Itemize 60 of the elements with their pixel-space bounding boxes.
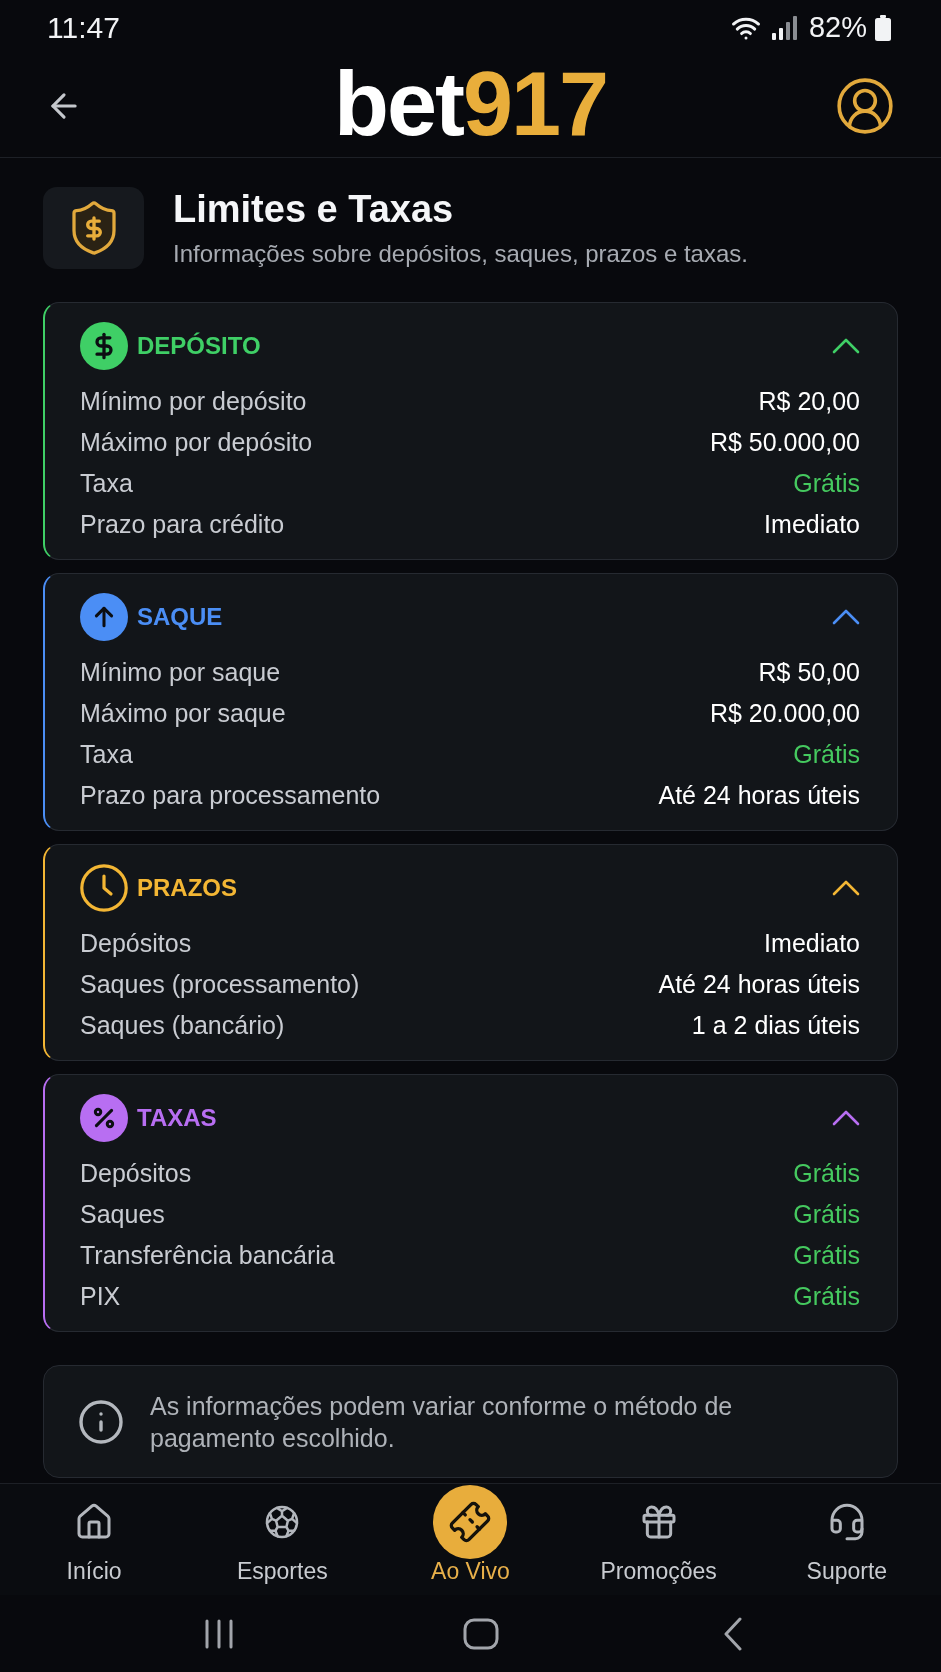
brand-logo: bet917 <box>333 59 608 153</box>
row-label: Prazo para crédito <box>80 512 285 537</box>
page-title: Limites e Taxas <box>173 188 455 230</box>
row-label: Transferência bancária <box>80 1243 335 1268</box>
nav-tab[interactable]: Promoções <box>600 1484 717 1583</box>
row-label: Saques (bancário) <box>80 1013 285 1038</box>
profile-icon[interactable] <box>834 75 896 137</box>
row-label: Máximo por saque <box>80 701 286 726</box>
home-button-icon[interactable] <box>462 1617 499 1650</box>
row-value: Imediato <box>764 512 860 537</box>
row-label: Prazo para processamento <box>80 783 381 808</box>
chevron-up-icon[interactable] <box>832 880 860 896</box>
clock-icon <box>80 864 128 912</box>
signal-icon <box>770 14 797 41</box>
nav-tab[interactable]: Ao Vivo <box>431 1484 510 1583</box>
row-label: Mínimo por depósito <box>80 389 307 414</box>
section-title: DEPÓSITO <box>137 334 261 358</box>
nav-tab[interactable]: Início <box>66 1484 122 1583</box>
nav-tab[interactable]: Suporte <box>806 1484 888 1583</box>
row-value: Até 24 horas úteis <box>658 783 860 808</box>
row-value: Grátis <box>793 1243 860 1268</box>
row-value: Grátis <box>793 471 860 496</box>
back-icon[interactable] <box>722 1616 743 1651</box>
row-value: R$ 20.000,00 <box>709 701 860 726</box>
row-label: PIX <box>80 1284 121 1309</box>
arrow-up-icon <box>80 593 128 641</box>
row-value: Grátis <box>793 742 860 767</box>
info-text: As informações podem variar conforme o método de pagamento escolhido. <box>150 1390 734 1454</box>
row-value: Grátis <box>793 1161 860 1186</box>
info-icon <box>77 1397 125 1446</box>
battery-percent: 82% <box>808 13 867 42</box>
chevron-up-icon[interactable] <box>832 338 860 354</box>
row-label: Saques <box>80 1202 165 1227</box>
row-value: Imediato <box>764 931 860 956</box>
battery-icon <box>875 14 891 41</box>
section-title: TAXAS <box>137 1106 217 1130</box>
section-title: SAQUE <box>137 605 223 629</box>
row-value: R$ 20,00 <box>758 389 860 414</box>
percent-icon <box>80 1094 128 1142</box>
status-time: 11:47 <box>47 12 120 43</box>
chevron-up-icon[interactable] <box>832 609 860 625</box>
chevron-up-icon[interactable] <box>832 1110 860 1126</box>
shield-dollar-icon <box>43 187 144 269</box>
dollar-icon <box>80 322 128 370</box>
row-value: R$ 50,00 <box>758 660 860 685</box>
row-label: Depósitos <box>80 1161 192 1186</box>
row-label: Taxa <box>80 742 133 767</box>
page-subtitle: Informações sobre depósitos, saques, prazos e taxas. <box>173 240 748 268</box>
row-value: 1 a 2 dias úteis <box>691 1013 860 1038</box>
section-title: PRAZOS <box>137 876 237 900</box>
row-value: R$ 50.000,00 <box>709 430 860 455</box>
row-value: Grátis <box>793 1202 860 1227</box>
row-label: Máximo por depósito <box>80 430 313 455</box>
row-label: Mínimo por saque <box>80 660 281 685</box>
row-label: Saques (processamento) <box>80 972 360 997</box>
row-value: Até 24 horas úteis <box>658 972 860 997</box>
row-label: Taxa <box>80 471 133 496</box>
row-label: Depósitos <box>80 931 192 956</box>
row-value: Grátis <box>793 1284 860 1309</box>
nav-tab[interactable]: Esportes <box>236 1484 328 1583</box>
